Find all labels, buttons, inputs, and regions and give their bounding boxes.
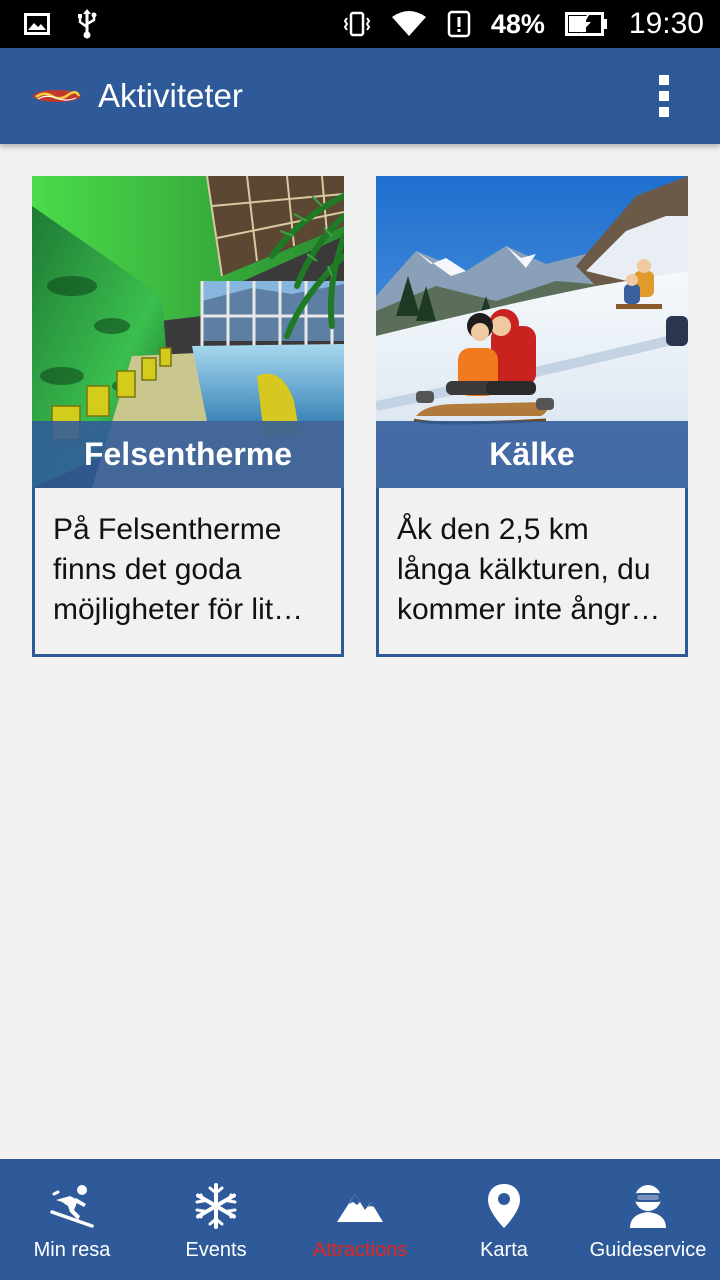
nav-label: Events xyxy=(185,1239,247,1261)
nav-item-min-resa[interactable]: Min resa xyxy=(0,1159,144,1280)
app-bar: Aktiviteter xyxy=(0,48,720,144)
status-bar: 48% 19:30 xyxy=(0,0,720,48)
clock: 19:30 xyxy=(628,7,704,40)
guide-icon xyxy=(623,1181,673,1231)
nav-label: Guideservice xyxy=(589,1239,707,1261)
usb-icon xyxy=(78,9,97,39)
activity-card-kalke[interactable]: Kälke Åk den 2,5 km långa kälkturen, du … xyxy=(376,176,688,657)
nav-label: Attractions xyxy=(312,1239,408,1261)
menu-dot xyxy=(659,75,669,85)
nav-item-guideservice[interactable]: Guideservice xyxy=(576,1159,720,1280)
vibrate-icon xyxy=(343,11,371,37)
snowflake-icon xyxy=(191,1181,241,1231)
card-description-box: Åk den 2,5 km långa kälkturen, du kommer… xyxy=(376,488,688,657)
card-description: På Felsentherme finns det goda möjlighet… xyxy=(53,513,304,626)
nav-item-attractions[interactable]: Attractions xyxy=(288,1159,432,1280)
kalke-photo: Kälke xyxy=(376,176,688,488)
battery-charging-icon xyxy=(564,12,607,36)
app-logo xyxy=(32,88,82,104)
activity-card-felsentherme[interactable]: Felsentherme På Felsentherme finns det g… xyxy=(32,176,344,657)
alert-icon xyxy=(447,10,471,38)
wifi-icon xyxy=(391,11,426,36)
overflow-menu-button[interactable] xyxy=(634,66,694,126)
nav-label: Min resa xyxy=(33,1239,111,1261)
image-notification-icon xyxy=(24,13,50,35)
page-title: Aktiviteter xyxy=(98,77,243,114)
skier-icon xyxy=(47,1181,97,1231)
nav-item-karta[interactable]: Karta xyxy=(432,1159,576,1280)
nav-label: Karta xyxy=(480,1239,528,1261)
card-description-box: På Felsentherme finns det goda möjlighet… xyxy=(32,488,344,657)
battery-percent: 48% xyxy=(490,8,545,39)
felsentherme-photo: Felsentherme xyxy=(32,176,344,488)
menu-dot xyxy=(659,91,669,101)
card-title: Felsentherme xyxy=(32,421,344,488)
bottom-navigation: Min resa Events Attractions Karta Guides… xyxy=(0,1159,720,1280)
menu-dot xyxy=(659,107,669,117)
activity-card-grid: Felsentherme På Felsentherme finns det g… xyxy=(32,176,688,657)
nav-item-events[interactable]: Events xyxy=(144,1159,288,1280)
map-pin-icon xyxy=(479,1181,529,1231)
card-title: Kälke xyxy=(376,421,688,488)
mountains-icon xyxy=(335,1181,385,1231)
card-description: Åk den 2,5 km långa kälkturen, du kommer… xyxy=(397,513,661,626)
